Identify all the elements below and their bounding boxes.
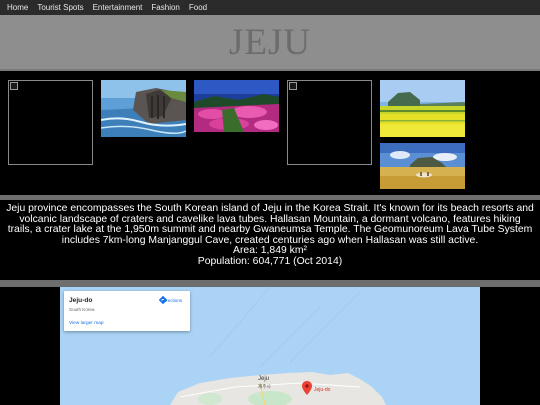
description-text: Jeju province encompasses the South Kore… [6,203,534,246]
photo-gallery [0,71,540,195]
map-place-title: Jeju-do [69,297,93,304]
map-info-card: Jeju-do South Korea View larger map Dire… [64,291,190,331]
map-city-label: Jeju [258,376,270,382]
broken-image-2 [287,80,372,165]
directions-icon [159,296,167,304]
page-title: JEJU [228,22,312,63]
map-pin-label: Jeju-do [314,387,331,393]
broken-image-1 [8,80,93,165]
broken-image-icon [10,82,18,90]
nav-home-link[interactable]: Home [7,3,28,12]
section-divider [0,280,540,287]
description-section: Jeju province encompasses the South Kore… [0,200,540,280]
nav-entertainment-link[interactable]: Entertainment [93,3,143,12]
nav-fashion-link[interactable]: Fashion [151,3,179,12]
map-city-label-korean: 제주시 [258,384,271,389]
header-banner: JEJU [0,15,540,71]
nav-food-link[interactable]: Food [189,3,207,12]
map-pin-icon[interactable] [302,381,312,395]
photo-coastal-cliffs [101,80,186,137]
population-text: Population: 604,771 (Oct 2014) [197,255,343,267]
map-place-subtitle: South Korea [69,307,95,312]
directions-button[interactable]: Directions [159,296,185,304]
photo-grassland-with-peak [380,143,465,189]
top-nav: Home Tourist Spots Entertainment Fashion… [0,0,540,15]
view-larger-map-link[interactable]: View larger map [69,321,104,326]
nav-tourist-spots-link[interactable]: Tourist Spots [37,3,83,12]
embedded-map[interactable]: Jeju-do South Korea View larger map Dire… [60,287,480,405]
photo-canola-field [380,80,465,137]
broken-image-icon [289,82,297,90]
photo-pink-flower-field [194,80,279,132]
